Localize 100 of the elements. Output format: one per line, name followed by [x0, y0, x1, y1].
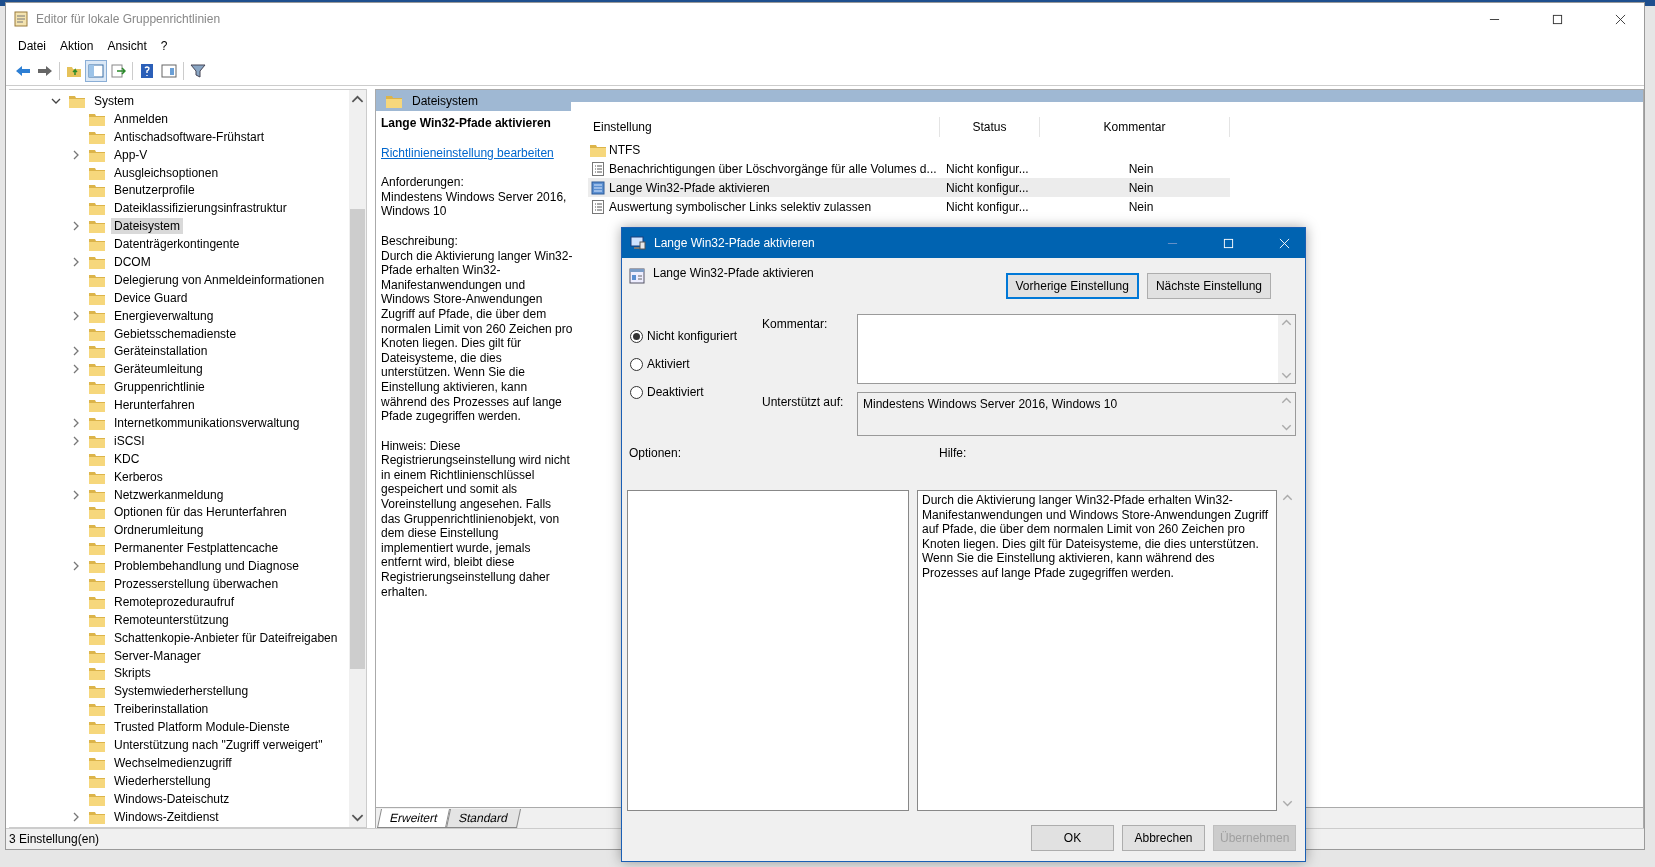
options-label: Optionen:	[629, 446, 683, 460]
folder-icon	[89, 344, 105, 359]
close-icon[interactable]	[1615, 13, 1626, 25]
tree-item[interactable]: Wechselmedienzugriff	[111, 754, 235, 771]
setting-name[interactable]: Benachrichtigungen über Löschvorgänge für alle Volumes d...	[609, 161, 937, 176]
tree-item[interactable]: Netzwerkanmeldung	[111, 486, 227, 503]
tree-item[interactable]: Skripts	[111, 665, 154, 682]
chevron-right-icon[interactable]	[71, 811, 81, 822]
tree-item[interactable]: Energieverwaltung	[111, 307, 217, 324]
folder-icon	[89, 523, 105, 538]
navigation-button[interactable]: Vorherige Einstellung	[1005, 273, 1139, 299]
tree-item[interactable]: Gruppenrichtlinie	[111, 379, 208, 396]
menu-item[interactable]: Datei	[11, 37, 53, 55]
tree-item[interactable]: Remoteprozeduraufruf	[111, 593, 238, 610]
tree-item[interactable]: Gebietsschemadienste	[111, 325, 240, 342]
view-tab[interactable]: Erweitert	[377, 809, 451, 828]
computer-icon	[630, 235, 646, 251]
radio-label[interactable]: Deaktiviert	[647, 385, 704, 399]
folder-icon	[89, 254, 105, 269]
tree-item[interactable]: Unterstützung nach "Zugriff verweigert"	[111, 737, 326, 753]
policy-icon	[590, 199, 606, 214]
chevron-right-icon[interactable]	[71, 256, 81, 267]
chevron-right-icon[interactable]	[71, 149, 81, 160]
folder-icon	[89, 487, 105, 502]
column-header[interactable]: Kommentar	[1040, 117, 1230, 137]
tree-item[interactable]: Dateisystem	[111, 218, 184, 235]
tree-item[interactable]: Trusted Platform Module-Dienste	[111, 719, 293, 736]
tree-item[interactable]: Permanenter Festplattencache	[111, 540, 282, 557]
tree-item[interactable]: Problembehandlung und Diagnose	[111, 558, 302, 575]
tree-item[interactable]: Ordnerumleitung	[111, 522, 207, 539]
tree-item[interactable]: Delegierung von Anmeldeinformationen	[111, 271, 328, 288]
folder-icon	[89, 594, 105, 609]
tree-item[interactable]: Systemwiederherstellung	[111, 683, 252, 700]
menu-item[interactable]: Aktion	[53, 37, 101, 55]
radio-button[interactable]	[630, 329, 643, 343]
chevron-right-icon[interactable]	[71, 417, 81, 428]
setting-name[interactable]: Auswertung symbolischer Links selektiv zulassen	[609, 199, 872, 214]
tree-item[interactable]: Treiberinstallation	[111, 701, 212, 718]
setting-title: Lange Win32-Pfade aktivieren	[653, 266, 814, 280]
tree-item[interactable]: DCOM	[111, 253, 154, 270]
chevron-right-icon[interactable]	[71, 364, 81, 375]
tree-item[interactable]: Internetkommunikationsverwaltung	[111, 414, 303, 431]
tree-item[interactable]: iSCSI	[111, 432, 148, 449]
tree-item[interactable]: Dateiklassifizierungsinfrastruktur	[111, 200, 290, 217]
chevron-right-icon[interactable]	[71, 435, 81, 446]
folder-icon	[89, 577, 105, 591]
tree-item[interactable]: Optionen für das Herunterfahren	[111, 504, 290, 521]
help-label: Hilfe:	[939, 446, 967, 460]
chevron-right-icon[interactable]	[71, 346, 81, 357]
navigation-button[interactable]: Nächste Einstellung	[1146, 273, 1271, 299]
folder-icon	[89, 237, 105, 252]
chevron-right-icon[interactable]	[71, 310, 81, 321]
folder-icon	[89, 183, 105, 198]
chevron-right-icon[interactable]	[71, 561, 81, 572]
policy-icon	[629, 268, 645, 284]
tree-item[interactable]: Antischadsoftware-Frühstart	[111, 128, 268, 145]
chevron-right-icon[interactable]	[71, 489, 81, 500]
tree-item[interactable]: Benutzerprofile	[111, 182, 198, 199]
menu-item[interactable]: Ansicht	[100, 37, 154, 55]
view-tab[interactable]: Standard	[446, 809, 522, 828]
tree-item[interactable]: Remoteunterstützung	[111, 611, 232, 628]
setting-name[interactable]: Lange Win32-Pfade aktivieren	[609, 180, 770, 195]
maximize-icon[interactable]	[1552, 13, 1563, 25]
radio-button[interactable]	[630, 357, 643, 371]
chevron-right-icon[interactable]	[71, 221, 81, 232]
tree-item[interactable]: Ausgleichsoptionen	[111, 164, 222, 181]
dialog-button[interactable]: Abbrechen	[1122, 825, 1205, 851]
tree-item[interactable]: Datenträgerkontingente	[111, 236, 243, 253]
tree-item[interactable]: Server-Manager	[111, 647, 204, 664]
column-header[interactable]: Einstellung	[588, 117, 940, 137]
radio-label[interactable]: Aktiviert	[647, 357, 690, 371]
folder-icon	[89, 809, 105, 824]
folder-icon	[89, 630, 105, 645]
menu-item[interactable]: ?	[153, 37, 175, 55]
tree-panel-icon[interactable]	[85, 60, 107, 82]
radio-label[interactable]: Nicht konfiguriert	[647, 329, 738, 343]
tree-item[interactable]: Anmelden	[111, 110, 172, 127]
tree-item[interactable]: Wiederherstellung	[111, 772, 214, 789]
tree-item[interactable]: Herunterfahren	[111, 397, 198, 414]
folder-icon	[89, 272, 105, 287]
tree-item[interactable]: Prozesserstellung überwachen	[111, 576, 282, 592]
setting-name[interactable]: NTFS	[609, 142, 641, 157]
dialog-button[interactable]: OK	[1031, 825, 1114, 851]
policy-icon	[590, 161, 606, 176]
tree-item[interactable]: Schattenkopie-Anbieter für Dateifreigaben	[111, 629, 341, 646]
tree-item[interactable]: Geräteinstallation	[111, 343, 211, 360]
edit-policy-link[interactable]: Richtlinieneinstellung bearbeiten	[381, 145, 554, 160]
tree-item[interactable]: KDC	[111, 450, 143, 467]
tree-item[interactable]: Geräteumleitung	[111, 361, 206, 378]
tree-item[interactable]: Kerberos	[111, 468, 166, 485]
tree-item[interactable]: Windows-Zeitdienst	[111, 808, 222, 825]
folder-icon	[89, 290, 105, 305]
tree-item[interactable]: Device Guard	[111, 289, 191, 306]
tree-item[interactable]: Windows-Dateischutz	[111, 790, 233, 807]
radio-button[interactable]	[630, 385, 643, 399]
scrollbar[interactable]	[349, 90, 366, 827]
column-header[interactable]: Status	[940, 117, 1040, 137]
folder-icon	[89, 738, 105, 752]
tree-item[interactable]: App-V	[111, 146, 151, 163]
tree-item[interactable]: System	[91, 92, 137, 109]
